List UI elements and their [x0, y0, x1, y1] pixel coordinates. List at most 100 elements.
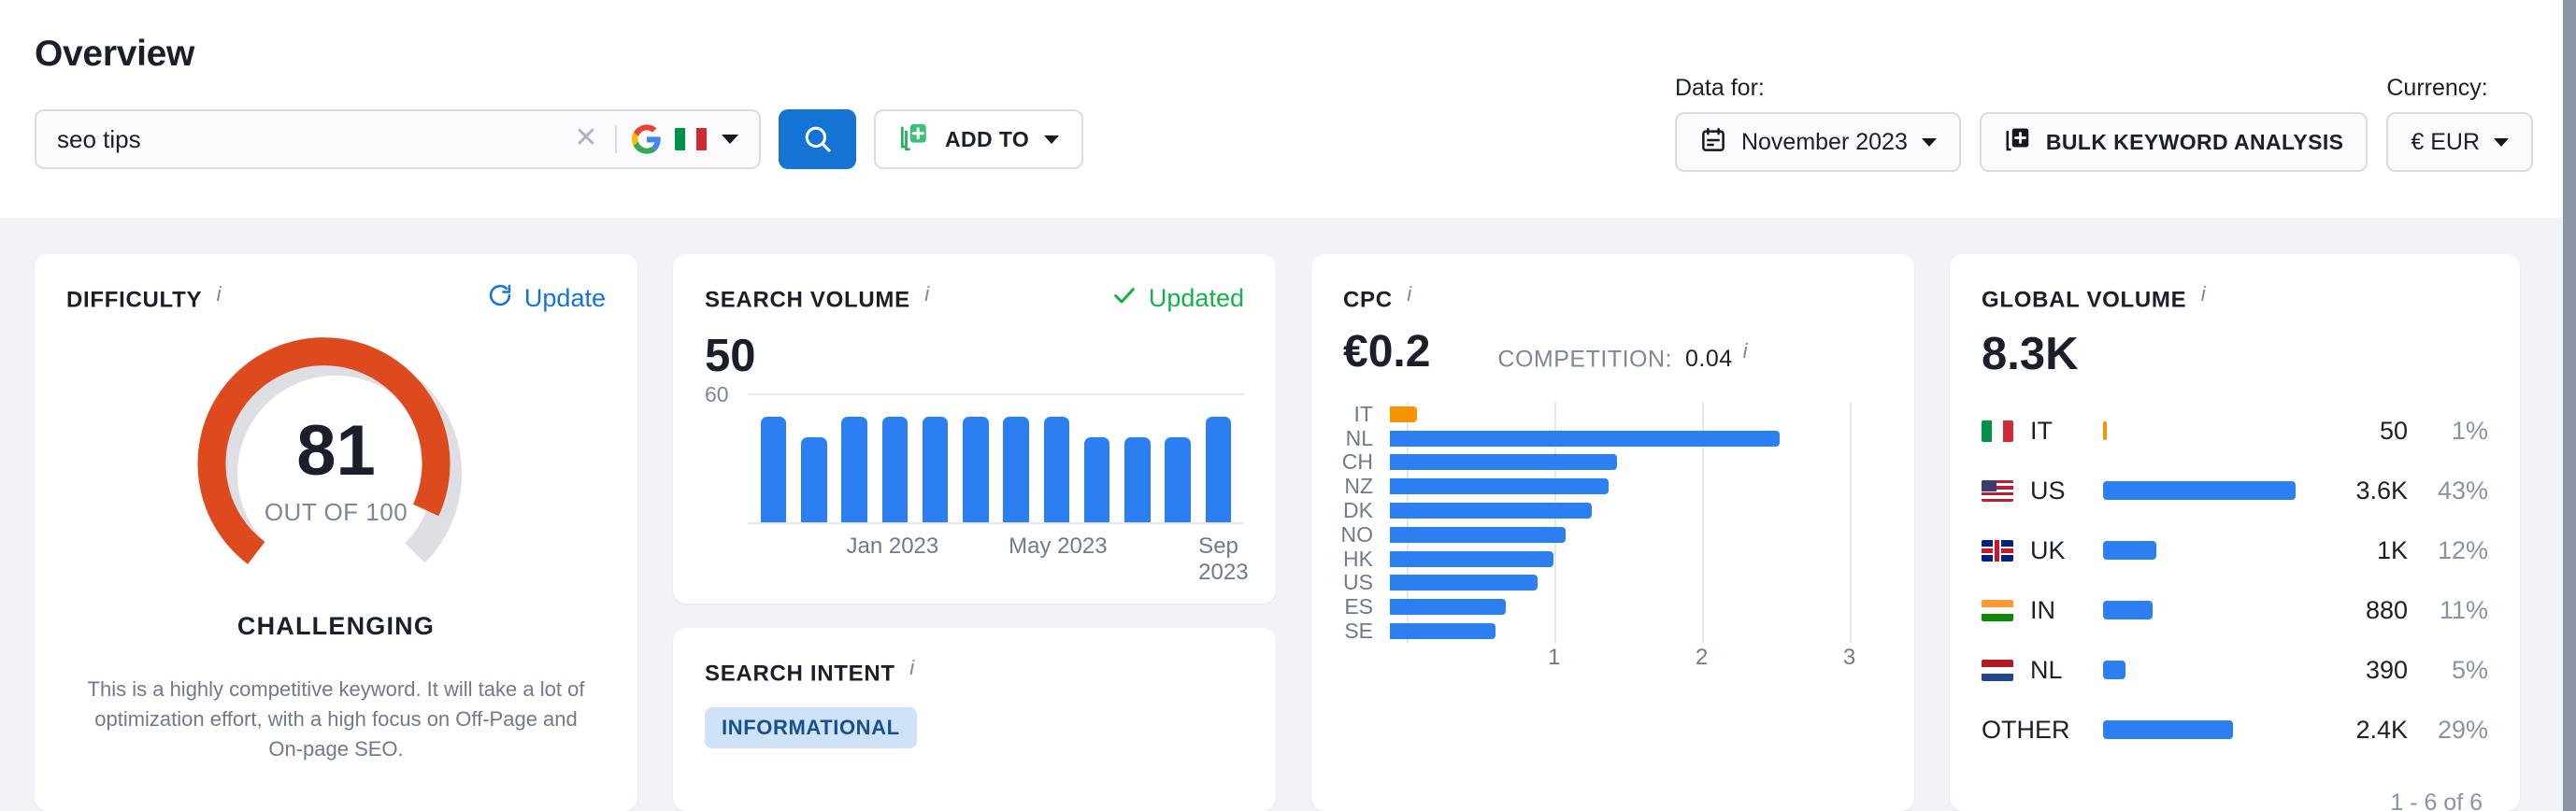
search-volume-bars — [753, 395, 1238, 522]
info-icon[interactable]: i — [217, 282, 222, 306]
bulk-analysis-group: BULK KEYWORD ANALYSIS — [1979, 112, 2368, 172]
add-to-label: ADD TO — [945, 126, 1030, 151]
cpc-bar-row: DK — [1339, 498, 1886, 523]
global-volume-bar[interactable] — [2103, 481, 2296, 501]
search-volume-bar[interactable] — [963, 416, 989, 522]
search-volume-ytick: 60 — [705, 382, 729, 406]
info-icon[interactable]: i — [909, 656, 914, 679]
cpc-country-label: NO — [1340, 521, 1374, 547]
global-volume-card-header: GLOBAL VOLUME i — [1950, 254, 2520, 313]
search-volume-bar[interactable] — [1083, 437, 1110, 522]
cpc-bar[interactable] — [1390, 575, 1538, 591]
date-range-select[interactable]: November 2023 — [1674, 112, 1961, 172]
bulk-analysis-label: BULK KEYWORD ANALYSIS — [2045, 129, 2344, 154]
search-volume-title-wrap: SEARCH VOLUME i — [705, 282, 929, 313]
global-volume-value-cell: 390 — [2365, 655, 2408, 684]
cpc-bar-track — [1390, 595, 1886, 619]
global-volume-bar[interactable] — [2103, 421, 2107, 441]
cpc-competition: COMPETITION: 0.04 i — [1497, 339, 1748, 373]
global-volume-row: IT 50 1% — [1982, 408, 2488, 453]
search-input[interactable]: seo tips — [57, 125, 572, 154]
global-volume-value-cell: 3.6K — [2355, 476, 2408, 505]
global-volume-row: UK 1K 12% — [1982, 528, 2488, 573]
difficulty-title-wrap: DIFFICULTY i — [66, 282, 222, 313]
global-volume-percent-cell: 11% — [2439, 595, 2488, 624]
difficulty-title: DIFFICULTY — [66, 287, 203, 313]
info-icon[interactable]: i — [924, 282, 929, 306]
search-volume-title: SEARCH VOLUME — [705, 287, 910, 313]
global-volume-row: IN 880 11% — [1982, 588, 2488, 633]
cpc-bar-rows: IT NL CH NZ DK NO HK US ES SE — [1339, 402, 1886, 643]
difficulty-score: 81 — [296, 411, 376, 491]
global-volume-bar[interactable] — [2103, 720, 2233, 740]
search-volume-xtick: Jan 2023 — [846, 534, 939, 559]
cpc-bar[interactable] — [1390, 430, 1780, 447]
global-volume-row: US 3.6K 43% — [1982, 468, 2488, 513]
info-icon[interactable]: i — [1743, 339, 1748, 363]
global-volume-bar[interactable] — [2103, 661, 2125, 680]
cpc-bar[interactable] — [1390, 599, 1507, 616]
search-volume-bar[interactable] — [1165, 437, 1191, 522]
chevron-down-icon[interactable] — [722, 135, 738, 144]
search-intent-chip[interactable]: INFORMATIONAL — [705, 707, 917, 749]
date-range-value: November 2023 — [1740, 128, 1908, 155]
global-volume-title-wrap: GLOBAL VOLUME i — [1982, 282, 2206, 313]
cpc-bar[interactable] — [1390, 406, 1418, 422]
search-volume-xtick: May 2023 — [1009, 534, 1108, 559]
search-volume-value: 50 — [705, 331, 756, 381]
search-volume-bar[interactable] — [801, 437, 827, 522]
cpc-bar[interactable] — [1390, 454, 1618, 471]
add-to-button[interactable]: ADD TO — [874, 109, 1084, 169]
search-volume-bar[interactable] — [1124, 437, 1151, 522]
chevron-down-icon[interactable] — [2494, 137, 2509, 147]
cpc-bar[interactable] — [1390, 502, 1592, 519]
cpc-bar[interactable] — [1390, 622, 1496, 639]
cpc-bar-row: CH — [1339, 449, 1886, 475]
cpc-bar[interactable] — [1390, 550, 1553, 567]
search-volume-bar[interactable] — [760, 416, 787, 522]
cpc-bar-row: NZ — [1339, 474, 1886, 499]
info-icon[interactable]: i — [2201, 282, 2206, 306]
search-volume-bar[interactable] — [1205, 416, 1232, 522]
search-volume-bar[interactable] — [841, 416, 867, 522]
cpc-bar[interactable] — [1390, 526, 1566, 543]
global-volume-bar[interactable] — [2103, 601, 2153, 620]
difficulty-update-button[interactable]: Update — [487, 282, 606, 315]
cpc-country-label: US — [1343, 570, 1373, 595]
info-icon[interactable]: i — [1407, 282, 1411, 306]
cpc-bar-track — [1390, 426, 1886, 450]
keyword-search-box[interactable]: seo tips ✕ — [35, 109, 761, 169]
global-volume-percent-cell: 5% — [2451, 655, 2488, 684]
search-button[interactable] — [779, 109, 856, 169]
cpc-bar-track — [1390, 402, 1886, 426]
search-volume-bar[interactable] — [922, 416, 949, 522]
difficulty-out-of: OUT OF 100 — [264, 498, 408, 526]
add-to-list-icon — [898, 121, 930, 158]
page-title: Overview — [35, 34, 195, 74]
difficulty-verdict: CHALLENGING — [236, 612, 436, 640]
search-volume-bar-slot — [1077, 395, 1117, 522]
global-volume-value: 8.3K — [1982, 329, 2079, 380]
search-intent-title-wrap: SEARCH INTENT i — [705, 656, 914, 687]
difficulty-column: DIFFICULTY i Update 81 OUT OF 100 CHALLE… — [35, 254, 637, 811]
calendar-icon — [1699, 126, 1727, 159]
search-intent-title: SEARCH INTENT — [705, 661, 895, 687]
search-volume-plot — [748, 393, 1244, 524]
flag-it-icon — [675, 128, 707, 150]
cpc-bar[interactable] — [1390, 478, 1609, 495]
cpc-country-label: IT — [1353, 401, 1373, 426]
close-icon[interactable]: ✕ — [572, 124, 600, 153]
chevron-down-icon[interactable] — [1921, 137, 1937, 147]
cpc-country-label: NZ — [1344, 474, 1373, 499]
cpc-summary: €0.2 COMPETITION: 0.04 i — [1311, 313, 1914, 377]
global-volume-row: NL 390 5% — [1982, 647, 2488, 692]
global-volume-bar[interactable] — [2103, 541, 2157, 561]
currency-select[interactable]: € EUR — [2386, 112, 2533, 172]
flag-us-icon — [1982, 479, 2013, 502]
search-volume-bar[interactable] — [1043, 416, 1070, 522]
bulk-keyword-analysis-button[interactable]: BULK KEYWORD ANALYSIS — [1979, 112, 2368, 172]
search-volume-bar[interactable] — [1003, 416, 1029, 522]
chevron-down-icon[interactable] — [1044, 135, 1060, 144]
search-volume-bar[interactable] — [881, 416, 909, 522]
vertical-scrollbar[interactable] — [2563, 0, 2576, 811]
